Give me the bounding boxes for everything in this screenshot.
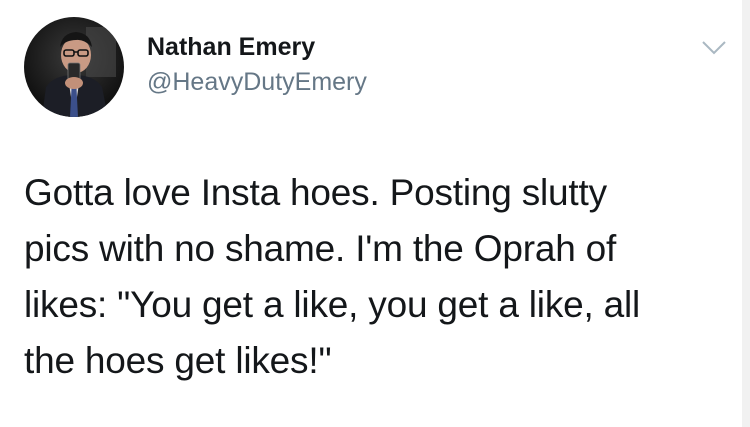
author-names: Nathan Emery @HeavyDutyEmery <box>147 31 367 98</box>
scrollbar[interactable] <box>742 0 750 427</box>
profile-photo-icon <box>24 17 124 117</box>
tweet-card: Nathan Emery @HeavyDutyEmery Gotta love … <box>0 0 750 427</box>
chevron-down-icon[interactable] <box>701 39 727 57</box>
author-display-name[interactable]: Nathan Emery <box>147 31 367 63</box>
avatar[interactable] <box>24 17 124 117</box>
author-handle[interactable]: @HeavyDutyEmery <box>147 66 367 98</box>
tweet-text: Gotta love Insta hoes. Posting slutty pi… <box>24 172 641 381</box>
tweet-header: Nathan Emery @HeavyDutyEmery <box>24 17 726 117</box>
